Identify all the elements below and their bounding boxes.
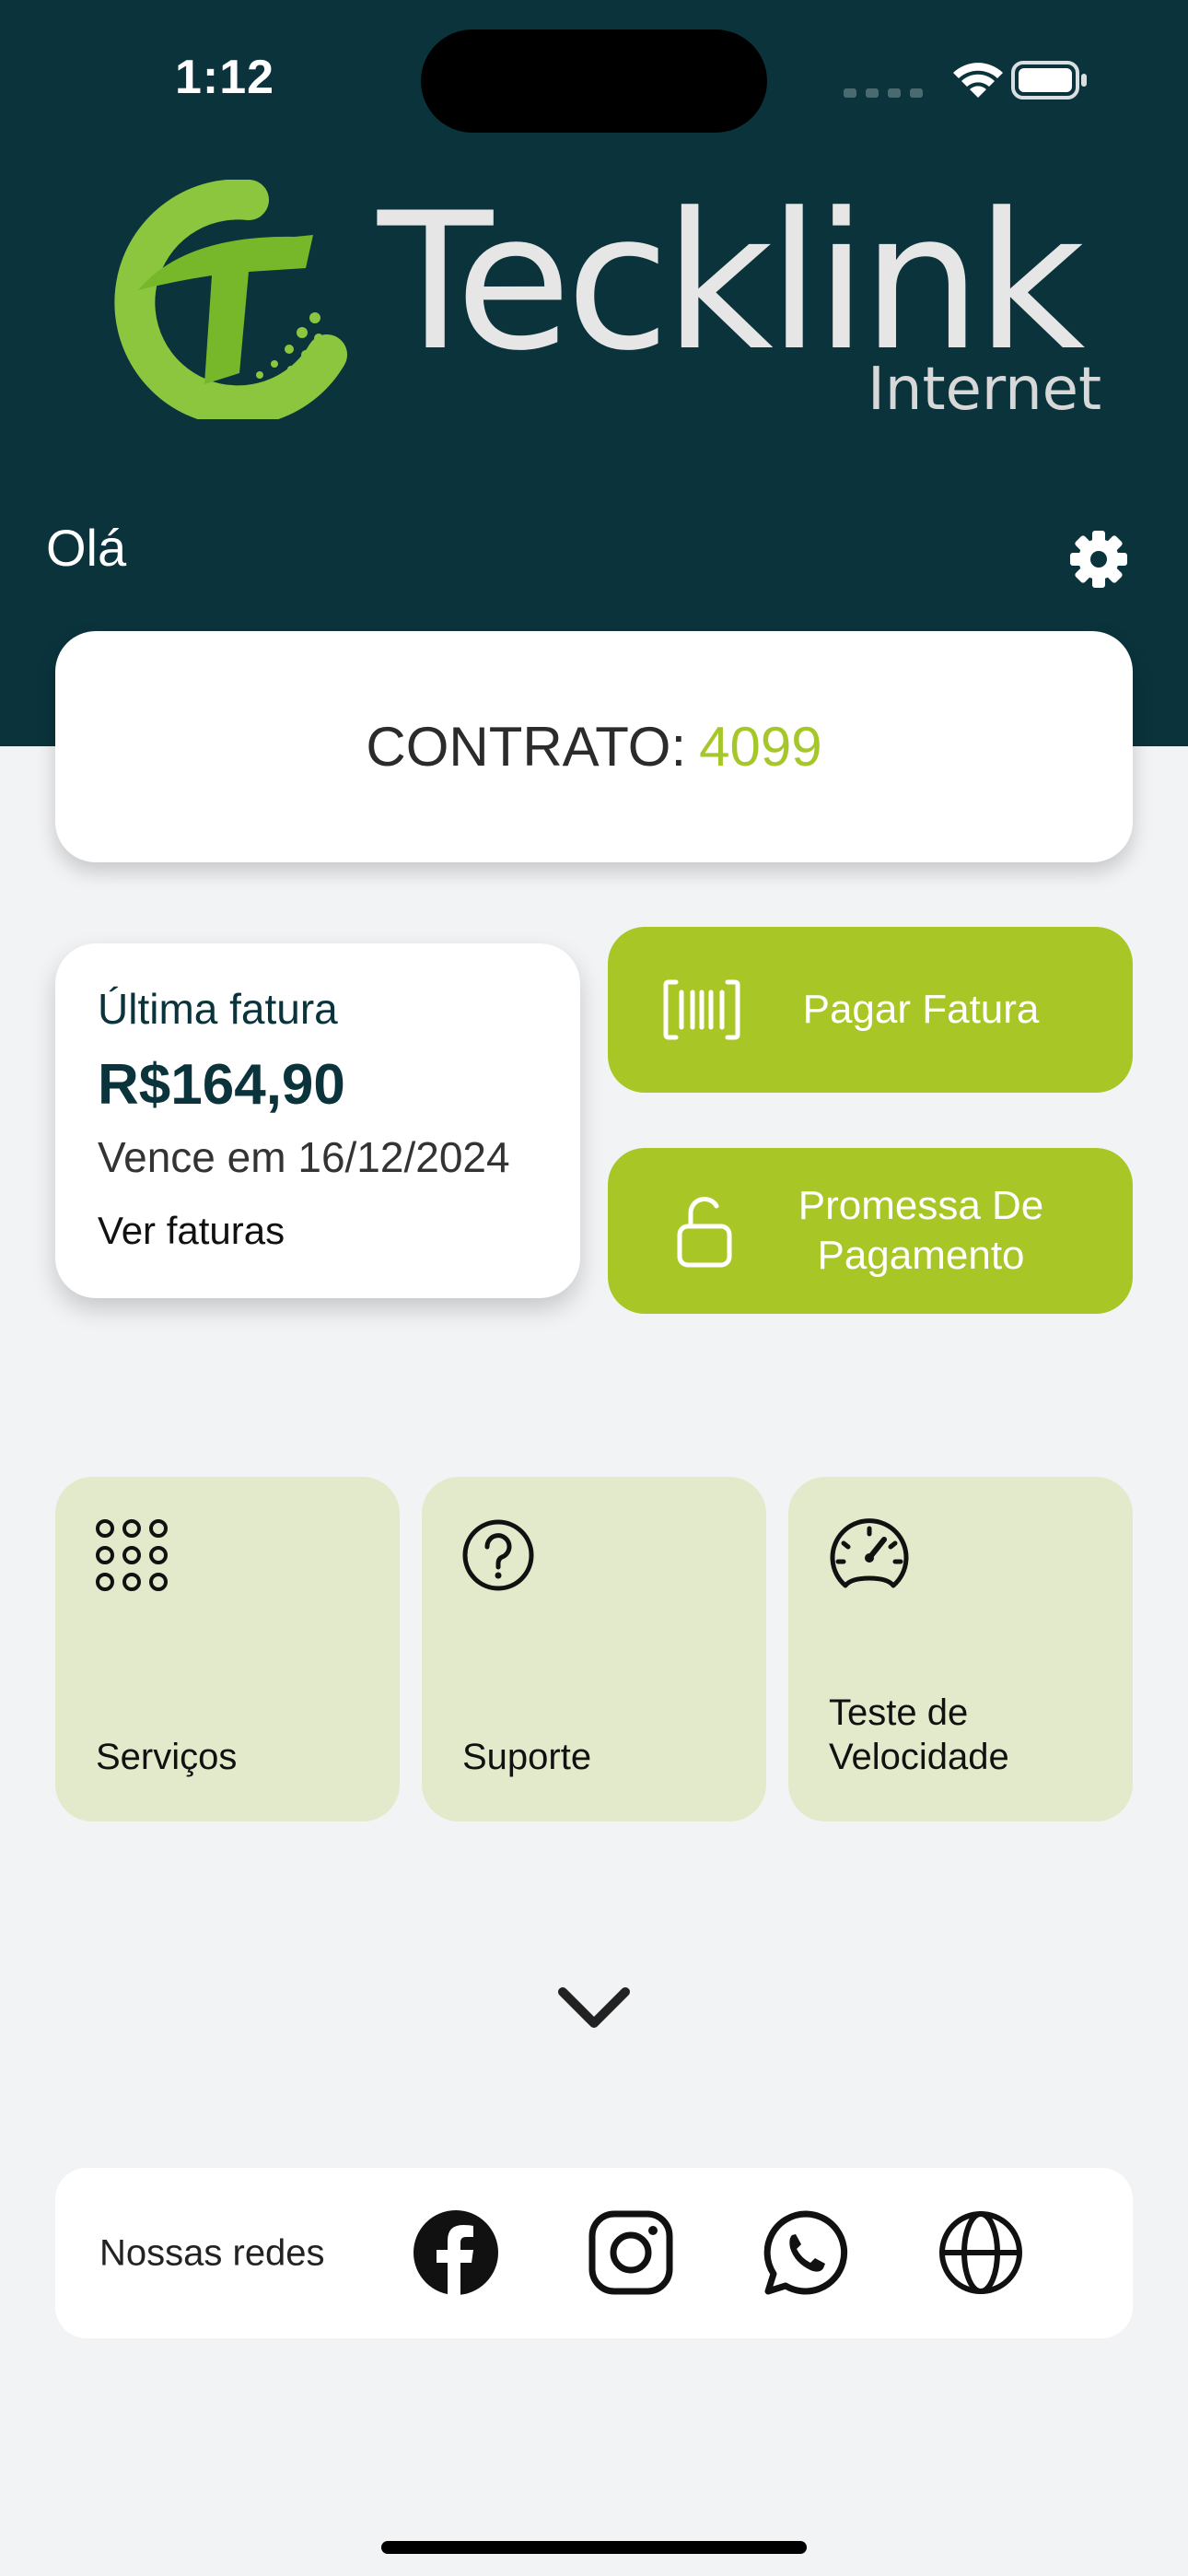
tile-services[interactable]: Serviços bbox=[55, 1477, 400, 1821]
cellular-signal-icon bbox=[844, 88, 923, 98]
payment-promise-label: Promessa De Pagamento bbox=[798, 1183, 1044, 1278]
pay-invoice-label: Pagar Fatura bbox=[802, 987, 1040, 1032]
barcode-icon bbox=[663, 979, 740, 1040]
settings-button[interactable] bbox=[1066, 527, 1131, 591]
speedometer-icon bbox=[830, 1518, 909, 1588]
social-networks-card: Nossas redes bbox=[55, 2168, 1133, 2338]
unlock-icon bbox=[677, 1196, 732, 1268]
tile-support-label: Suporte bbox=[462, 1737, 592, 1777]
invoice-title: Última fatura bbox=[98, 985, 338, 1033]
status-icons bbox=[840, 57, 1089, 103]
contract-label: CONTRATO: bbox=[366, 716, 687, 778]
contract-number: 4099 bbox=[699, 716, 822, 778]
contract-card: CONTRATO: 4099 bbox=[55, 631, 1133, 862]
wifi-icon bbox=[953, 63, 1003, 98]
tile-speed-test-label: Teste de Velocidade bbox=[829, 1692, 1009, 1777]
logo-wordmark: Tecklink bbox=[378, 173, 1085, 392]
help-circle-icon bbox=[462, 1519, 534, 1591]
tile-speed-test[interactable]: Teste de Velocidade bbox=[788, 1477, 1133, 1821]
tecklink-logo: Tecklink Internet bbox=[101, 173, 1101, 438]
website-link[interactable] bbox=[938, 2209, 1024, 2296]
globe-icon bbox=[939, 2211, 1022, 2294]
gear-icon bbox=[1070, 531, 1127, 588]
chevron-down-icon bbox=[558, 1987, 630, 2028]
invoice-due-date: Vence em 16/12/2024 bbox=[98, 1133, 510, 1181]
tecklink-swoosh-logo bbox=[114, 180, 347, 419]
expand-button[interactable] bbox=[557, 1981, 631, 2036]
instagram-icon bbox=[588, 2210, 673, 2295]
payment-promise-button[interactable]: Promessa De Pagamento bbox=[608, 1148, 1133, 1314]
dynamic-island bbox=[421, 29, 767, 133]
greeting: Olá bbox=[46, 519, 127, 577]
status-time: 1:12 bbox=[175, 51, 275, 104]
tile-support[interactable]: Suporte bbox=[422, 1477, 766, 1821]
pay-invoice-button[interactable]: Pagar Fatura bbox=[608, 927, 1133, 1093]
battery-icon bbox=[1011, 61, 1087, 100]
view-invoices-link[interactable]: Ver faturas bbox=[98, 1209, 285, 1253]
facebook-link[interactable] bbox=[413, 2209, 499, 2296]
whatsapp-link[interactable] bbox=[763, 2209, 849, 2296]
invoice-amount: R$164,90 bbox=[98, 1053, 345, 1117]
home-indicator bbox=[381, 2541, 807, 2554]
tile-services-label: Serviços bbox=[96, 1737, 238, 1777]
logo-subtitle: Internet bbox=[868, 356, 1102, 424]
whatsapp-icon bbox=[763, 2210, 848, 2295]
facebook-icon bbox=[413, 2210, 498, 2295]
social-label: Nossas redes bbox=[99, 2232, 325, 2273]
last-invoice-card: Última fatura R$164,90 Vence em 16/12/20… bbox=[55, 943, 580, 1298]
instagram-link[interactable] bbox=[588, 2209, 674, 2296]
grid-dots-icon bbox=[96, 1519, 168, 1591]
